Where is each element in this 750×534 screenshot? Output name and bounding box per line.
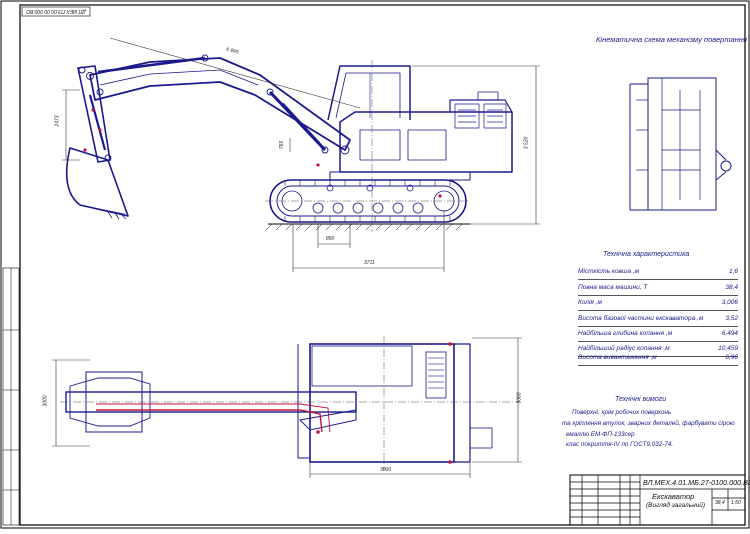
spec-row: Повна маса машини, Т 38,4	[578, 282, 738, 296]
tech-line: клас покриття-IV по ГОСТ9.032-74.	[566, 441, 674, 448]
spec-row: Місткість ковша ,м 1,6	[578, 266, 738, 280]
dim-plan-width: 3000	[42, 395, 49, 407]
dim-track-height: 765	[279, 140, 286, 150]
spec-title: Технічна характеристика	[603, 251, 690, 258]
side-view	[65, 54, 513, 232]
plan-dimensions	[52, 337, 522, 478]
drawing-name: Екскаватор	[652, 492, 695, 501]
kinematic-title: Кінематична схема механізму повертання	[596, 35, 747, 44]
drawing-canvas	[0, 0, 750, 529]
drawing-mass: 38,4	[715, 500, 725, 506]
drawing-subname: (Вигляд загальний)	[646, 502, 706, 509]
drawing-code: ВЛ.МЕХ.4.01.МБ.27-0100.000.ВЗ	[643, 478, 750, 487]
spec-row: Висота вивантаження ,м 6,96	[578, 352, 738, 366]
dim-track-width: 850	[326, 236, 335, 242]
spec-row: Висота базової частини екскаватора ,м 3,5…	[578, 313, 738, 327]
tech-line: емаллю ЕМ-ФП-133сер	[566, 431, 635, 438]
kinematic-scheme	[629, 77, 732, 211]
plan-view	[60, 336, 520, 470]
drawing-sheet	[0, 0, 750, 529]
drawing-scale: 1:50	[731, 500, 741, 506]
tech-title: Технічні вимоги	[615, 396, 667, 403]
dim-cab-height: 3 520	[523, 136, 530, 150]
side-dimensions	[62, 37, 540, 272]
dim-arm-height: 2473	[54, 115, 61, 127]
spec-row: Найбільша глибина копання ,м 6,494	[578, 328, 738, 342]
dim-plan-width2: 3060	[516, 392, 523, 404]
dim-plan-length: 3000	[380, 467, 392, 473]
tech-line: та кріплення втулок, зварних деталей, фа…	[562, 420, 735, 427]
top-stamp: ДП.МЕХ.ПЗ.00.00.000.ВО	[26, 8, 86, 14]
tech-line: Поверхні, крім робочих поверхонь	[572, 409, 672, 416]
spec-row: Колія ,м 3,006	[578, 297, 738, 311]
dim-track-length: 3711	[364, 260, 375, 266]
